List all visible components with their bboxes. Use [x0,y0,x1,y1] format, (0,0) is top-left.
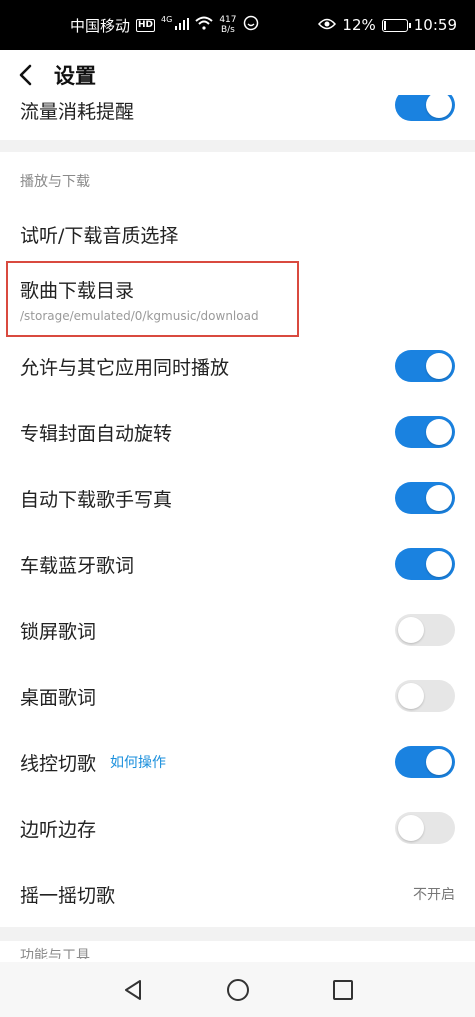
carrier-text: 中国移动 [70,16,131,35]
section-divider [0,927,475,941]
toggle-switch[interactable] [395,416,455,448]
circle-home-icon[interactable] [223,975,253,1005]
setting-label: 专辑封面自动旋转 [20,422,173,445]
setting-row-download-dir[interactable]: 歌曲下载目录 /storage/emulated/0/kgmusic/downl… [0,270,475,332]
toggle-switch[interactable] [395,680,455,712]
toggle-switch[interactable] [395,482,455,514]
battery-percent: 12% [342,16,376,34]
setting-row-cover-rotate[interactable]: 专辑封面自动旋转 [0,410,475,454]
section-header-tools: 功能与工具 [20,948,90,959]
wifi-icon [195,16,213,34]
setting-label: 自动下载歌手写真 [20,488,173,511]
status-right: 12% 10:59 [318,16,457,34]
setting-label: 锁屏歌词 [20,620,97,643]
setting-label: 允许与其它应用同时播放 [20,356,230,379]
setting-row-shake[interactable]: 摇一摇切歌 不开启 [0,872,475,916]
status-left: 中国移动 HD 4G 417 B/s [70,15,259,36]
setting-row-quality[interactable]: 试听/下载音质选择 [0,212,475,256]
speed-unit: B/s [220,25,235,35]
toggle-switch[interactable] [395,614,455,646]
eye-icon [318,16,337,34]
status-bar: 中国移动 HD 4G 417 B/s 12% 10:59 [0,0,475,50]
how-to-link[interactable]: 如何操作 [110,752,166,772]
toggle-switch[interactable] [395,746,455,778]
toggle-switch[interactable] [395,350,455,382]
square-recent-icon[interactable] [328,975,358,1005]
network-speed: 417 B/s [219,15,236,35]
setting-value: 不开启 [413,887,455,903]
signal-icon [175,16,190,34]
page-title: 设置 [54,64,96,88]
setting-label: 桌面歌词 [20,686,97,709]
setting-row-save-while-listening[interactable]: 边听边存 [0,806,475,850]
toggle-switch[interactable] [395,548,455,580]
battery-icon [381,18,411,32]
system-nav-bar [0,962,475,1017]
setting-label: 流量消耗提醒 [20,101,135,123]
setting-row-car-bt-lyrics[interactable]: 车载蓝牙歌词 [0,542,475,586]
toggle-switch[interactable] [395,95,455,121]
speed-value: 417 [219,15,237,25]
setting-label: 歌曲下载目录 [20,280,135,302]
setting-row-desktop-lyrics[interactable]: 桌面歌词 [0,674,475,718]
triangle-back-icon[interactable] [118,975,148,1005]
network-type: 4G [161,14,173,24]
toggle-switch[interactable] [395,812,455,844]
setting-label: 边听边存 [20,818,97,841]
download-path: /storage/emulated/0/kgmusic/download [20,309,259,323]
setting-row-artist-photos[interactable]: 自动下载歌手写真 [0,476,475,520]
section-divider [0,140,475,152]
setting-row-wire-control[interactable]: 线控切歌 如何操作 [0,740,475,784]
app-header: 设置 [0,50,475,100]
setting-label: 车载蓝牙歌词 [20,554,135,577]
chevron-left-icon[interactable] [18,62,40,88]
setting-label-group: 线控切歌 如何操作 [20,749,166,776]
setting-row-traffic-alert[interactable]: 流量消耗提醒 [0,95,475,133]
app-notification-icon [243,15,259,35]
setting-row-lockscreen-lyrics[interactable]: 锁屏歌词 [0,608,475,652]
hd-badge: HD [136,18,156,32]
clock: 10:59 [413,16,457,34]
setting-label: 试听/下载音质选择 [20,224,179,247]
setting-row-concurrent-play[interactable]: 允许与其它应用同时播放 [0,344,475,388]
section-header-playback: 播放与下载 [20,174,90,190]
setting-label: 摇一摇切歌 [20,884,116,907]
setting-label: 线控切歌 [20,752,97,775]
